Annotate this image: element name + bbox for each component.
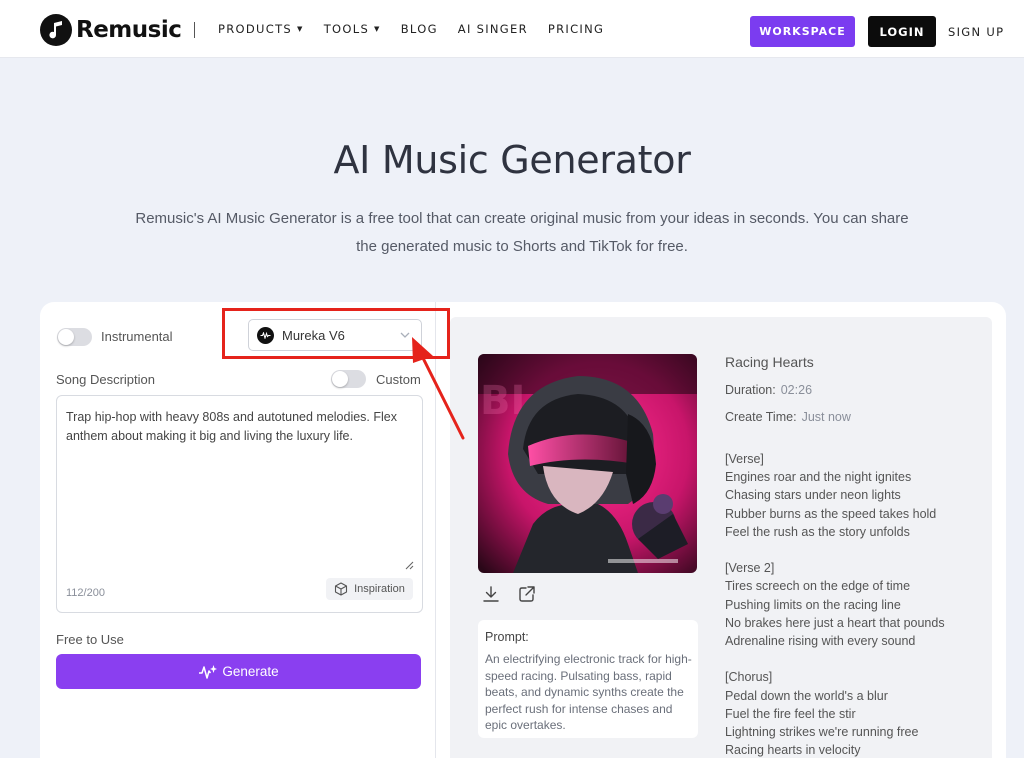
nav-divider <box>194 22 195 38</box>
generator-card: Instrumental Mureka V6 Song Description … <box>40 302 1006 758</box>
lyric-line: Feel the rush as the story unfolds <box>725 524 910 539</box>
lyric-line: Pedal down the world's a blur <box>725 688 888 703</box>
nav-products[interactable]: PRODUCTS ▼ <box>218 22 304 36</box>
login-button[interactable]: LOGIN <box>868 16 936 47</box>
generate-label: Generate <box>222 664 279 679</box>
lyric-line: [Chorus] <box>725 670 773 685</box>
lyric-line: [Verse] <box>725 452 764 466</box>
lyric-line: Racing hearts in velocity <box>725 743 861 758</box>
create-time-label: Create Time: <box>725 410 797 424</box>
top-nav: Remusic PRODUCTS ▼ TOOLS ▼ BLOG AI SINGE… <box>0 0 1024 58</box>
music-note-icon <box>40 14 72 46</box>
duration-value: 02:26 <box>780 383 813 397</box>
free-to-use-label: Free to Use <box>56 632 124 647</box>
nav-tools-label: TOOLS <box>323 22 370 36</box>
lyric-line: Chasing stars under neon lights <box>725 488 901 503</box>
cube-icon <box>335 582 348 596</box>
nav-ai-singer[interactable]: AI SINGER <box>458 22 528 36</box>
nav-blog-label: BLOG <box>400 22 438 36</box>
create-time-value: Just now <box>801 410 851 424</box>
lyric-line: No brakes here just a heart that pounds <box>725 615 945 630</box>
caret-down-icon: ▼ <box>297 25 304 33</box>
song-description-input[interactable]: Trap hip-hop with heavy 808s and autotun… <box>56 395 423 613</box>
generator-form: Instrumental Mureka V6 Song Description … <box>40 302 450 758</box>
download-icon[interactable] <box>482 585 500 603</box>
brand-logo[interactable]: Remusic <box>40 14 182 46</box>
nav-pricing-label: PRICING <box>547 22 605 36</box>
lyric-line: Lightning strikes we're running free <box>725 725 919 740</box>
page-title: AI Music Generator <box>333 138 691 182</box>
lyrics: [Verse] Engines roar and the night ignit… <box>725 450 985 758</box>
page-subtitle: Remusic's AI Music Generator is a free t… <box>112 205 932 261</box>
create-time-row: Create Time: Just now <box>725 410 985 424</box>
song-description-label: Song Description <box>56 372 155 387</box>
nav-links: PRODUCTS ▼ TOOLS ▼ BLOG AI SINGER PRICIN… <box>218 0 624 58</box>
lyric-line: Engines roar and the night ignites <box>725 470 912 485</box>
prompt-text: An electrifying electronic track for hig… <box>485 652 692 732</box>
nav-ai-singer-label: AI SINGER <box>457 22 528 36</box>
nav-tools[interactable]: TOOLS ▼ <box>324 22 381 36</box>
annotation-highlight-box <box>222 308 450 359</box>
inspiration-button[interactable]: Inspiration <box>326 578 413 600</box>
toggle-knob <box>58 329 74 345</box>
resize-handle-icon[interactable] <box>404 560 414 570</box>
subtitle-line-1: Remusic's AI Music Generator is a free t… <box>135 210 909 227</box>
nav-pricing[interactable]: PRICING <box>548 22 604 36</box>
song-title: Racing Hearts <box>725 354 814 370</box>
cover-art-image: BI <box>478 354 697 573</box>
lyric-line: Fuel the fire feel the stir <box>725 706 856 721</box>
nav-blog[interactable]: BLOG <box>401 22 438 36</box>
result-panel: BI Prompt: An electrifying electronic tr… <box>450 317 992 758</box>
signup-button[interactable]: SIGN UP <box>948 16 1004 47</box>
custom-label: Custom <box>376 372 421 387</box>
duration-row: Duration: 02:26 <box>725 383 985 397</box>
instrumental-label: Instrumental <box>101 329 173 344</box>
subtitle-line-2: the generated music to Shorts and TikTok… <box>356 238 688 255</box>
lyric-line: Rubber burns as the speed takes hold <box>725 506 937 521</box>
workspace-button[interactable]: WORKSPACE <box>750 16 855 47</box>
song-info: Racing Hearts Duration: 02:26 Create Time… <box>725 354 985 424</box>
toggle-knob <box>332 371 348 387</box>
share-external-icon[interactable] <box>518 585 536 603</box>
lyric-line: Tires screech on the edge of time <box>725 579 911 594</box>
lyric-line: [Verse 2] <box>725 561 775 576</box>
lyric-line: Pushing limits on the racing line <box>725 597 901 612</box>
nav-products-label: PRODUCTS <box>218 22 293 36</box>
prompt-label: Prompt: <box>485 630 529 644</box>
generate-button[interactable]: Generate <box>56 654 421 689</box>
custom-toggle[interactable] <box>331 370 366 388</box>
song-description-value: Trap hip-hop with heavy 808s and autotun… <box>66 410 397 443</box>
lyric-line: Adrenaline rising with every sound <box>725 634 916 649</box>
inspiration-label: Inspiration <box>354 583 405 595</box>
lyric-line <box>725 650 985 668</box>
brand-name: Remusic <box>76 17 182 43</box>
duration-label: Duration: <box>725 383 776 397</box>
lyric-line <box>725 541 985 559</box>
prompt-box: Prompt: An electrifying electronic track… <box>478 620 698 738</box>
char-count: 112/200 <box>66 587 105 599</box>
sparkle-wave-icon <box>199 664 218 679</box>
instrumental-toggle[interactable] <box>57 328 92 346</box>
caret-down-icon: ▼ <box>374 25 381 33</box>
